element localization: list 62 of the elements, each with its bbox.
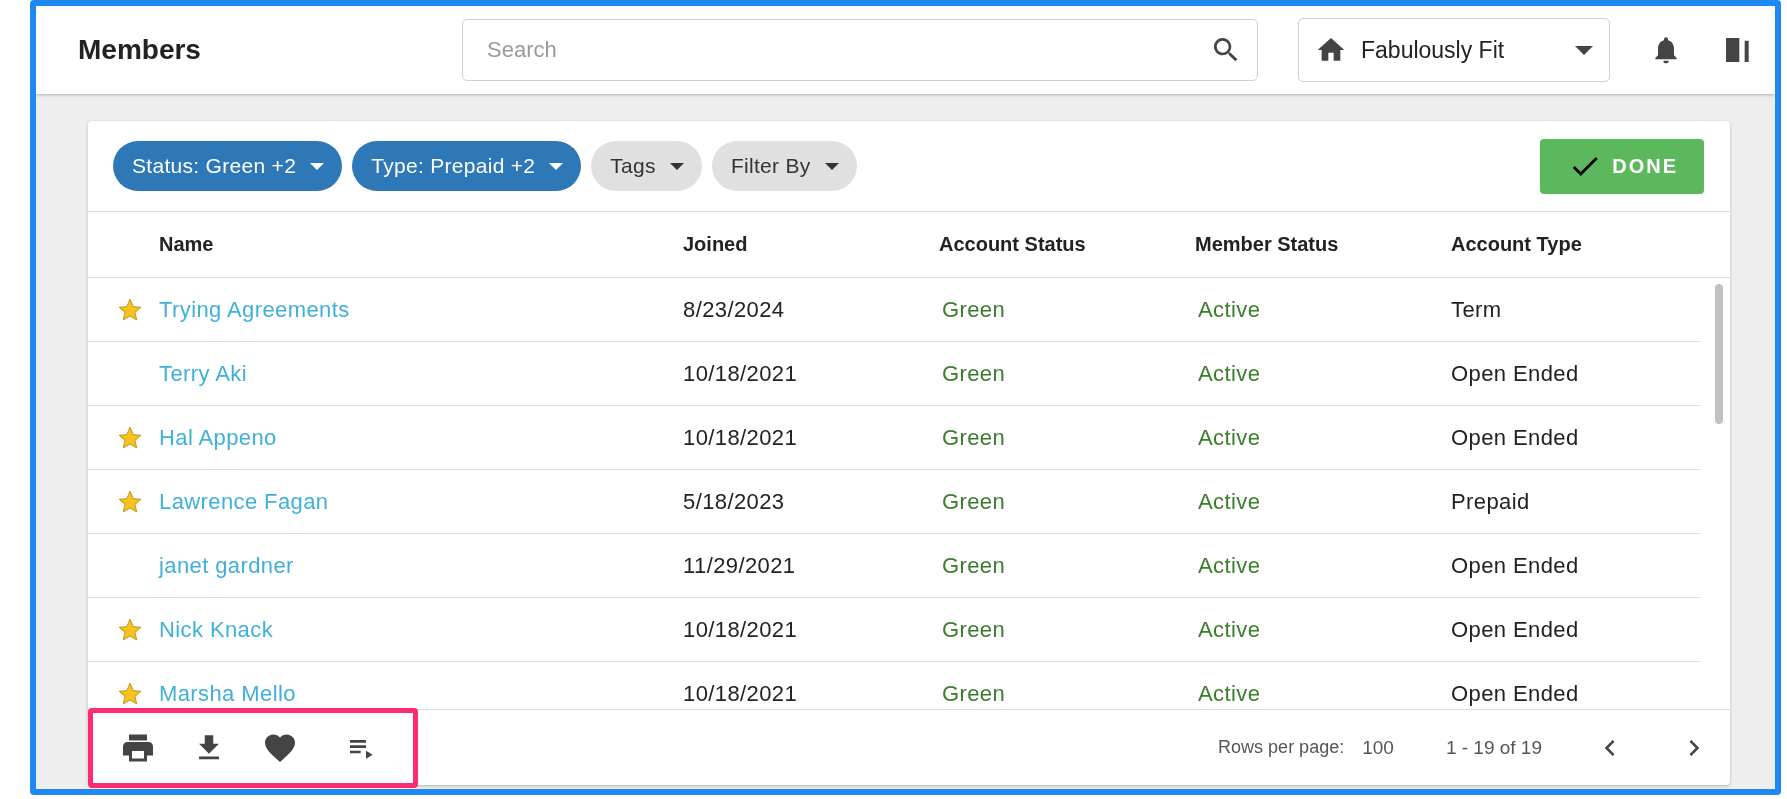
table-cell-text: Open Ended: [1451, 681, 1580, 706]
filter-chip[interactable]: Type: Prepaid +2: [352, 141, 582, 191]
table-cell-text: 5/18/2023: [683, 489, 786, 514]
table-cell-text: Green: [942, 297, 1007, 322]
star-icon[interactable]: [116, 296, 143, 323]
table-cell-text: 10/18/2021: [683, 617, 799, 642]
table-cell-text: Active: [1198, 617, 1262, 642]
table-cell-text: 10/18/2021: [683, 361, 799, 386]
star-icon[interactable]: [116, 488, 143, 515]
page-range: 1 - 19 of 19: [1445, 736, 1542, 759]
table-cell-text: Open Ended: [1451, 361, 1580, 386]
table-cell-text: Green: [942, 681, 1007, 706]
star-icon[interactable]: [116, 424, 143, 451]
filter-chip[interactable]: Tags: [591, 141, 702, 191]
caret-icon: [1575, 45, 1593, 55]
column-header[interactable]: Name: [159, 233, 683, 256]
scrollbar-thumb[interactable]: [1715, 284, 1723, 424]
column-header[interactable]: Account Type: [1451, 233, 1730, 256]
filter-chip[interactable]: Filter By: [711, 141, 857, 191]
table-cell-text: Open Ended: [1451, 425, 1580, 450]
table-cell-text: Prepaid: [1451, 489, 1531, 514]
table-cell-text: Green: [942, 617, 1007, 642]
table-cell-text: Green: [942, 553, 1007, 578]
search-field[interactable]: Search: [462, 19, 1258, 81]
table-cell-text: Active: [1198, 681, 1262, 706]
table-cell-text: Green: [942, 489, 1007, 514]
member-name-link[interactable]: janet gardner: [159, 553, 683, 578]
table-cell-text: 8/23/2024: [683, 297, 786, 322]
rows-per-page-select[interactable]: 100: [1362, 736, 1394, 759]
star-icon[interactable]: [116, 680, 143, 707]
caret-icon: [549, 162, 564, 170]
star-icon[interactable]: [116, 616, 143, 643]
rows-per-page-label: Rows per page:: [1218, 737, 1345, 758]
member-name-link[interactable]: Nick Knack: [159, 617, 683, 642]
table-cell-text: Active: [1198, 361, 1262, 386]
caret-icon: [669, 162, 684, 170]
member-name-link[interactable]: Marsha Mello: [159, 681, 683, 706]
done-button[interactable]: DONE: [1540, 138, 1704, 194]
column-header[interactable]: Member Status: [1195, 233, 1451, 256]
member-name-link[interactable]: Hal Appeno: [159, 425, 683, 450]
table-cell-text: Active: [1198, 425, 1262, 450]
page-title: Members: [78, 34, 202, 66]
table-cell-text: Active: [1198, 489, 1262, 514]
table-cell-text: Green: [942, 425, 1007, 450]
table-cell-text: Active: [1198, 297, 1262, 322]
member-name-link[interactable]: Terry Aki: [159, 361, 683, 386]
table-cell-text: 11/29/2021: [683, 553, 797, 578]
caret-icon: [824, 162, 839, 170]
table-cell-text: 10/18/2021: [683, 681, 799, 706]
table-cell-text: Open Ended: [1451, 617, 1580, 642]
filter-chip[interactable]: Status: Green +2: [113, 141, 343, 191]
table-cell-text: 10/18/2021: [683, 425, 799, 450]
table-cell-text: Open Ended: [1451, 553, 1580, 578]
column-header[interactable]: Joined: [683, 233, 939, 256]
table-cell-text: Term: [1451, 297, 1503, 322]
table-cell-text: Active: [1198, 553, 1262, 578]
location-dropdown[interactable]: Fabulously Fit: [1298, 18, 1610, 82]
table-cell-text: Green: [942, 361, 1007, 386]
caret-icon: [310, 162, 325, 170]
member-name-link[interactable]: Lawrence Fagan: [159, 489, 683, 514]
column-header[interactable]: Account Status: [939, 233, 1195, 256]
member-name-link[interactable]: Trying Agreements: [159, 297, 683, 322]
